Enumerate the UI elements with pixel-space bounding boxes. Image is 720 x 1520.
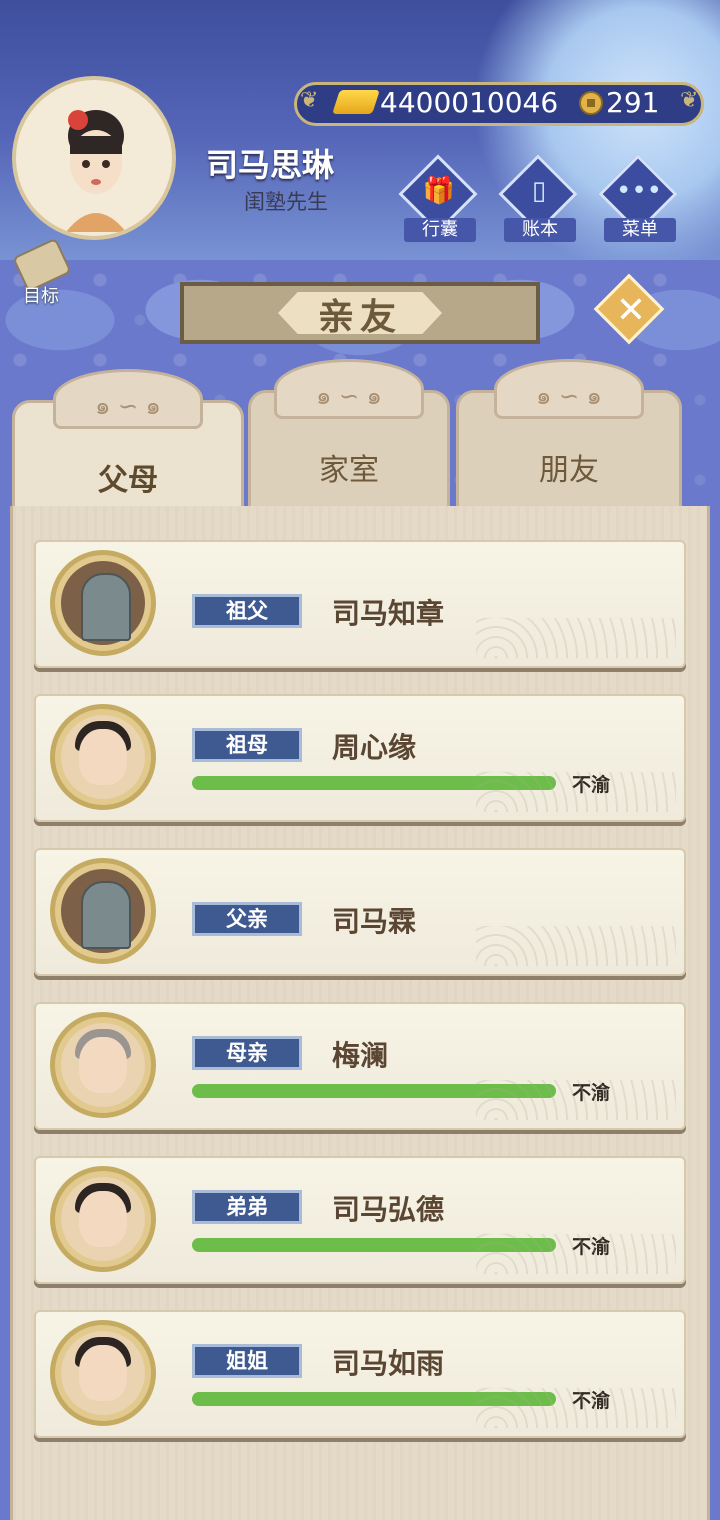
relative-row[interactable]: 母亲 梅澜 不渝 xyxy=(34,1002,686,1130)
tab-friends[interactable]: ๑ ∽ ๑ 朋友 xyxy=(456,359,682,510)
relative-name: 司马霖 xyxy=(332,905,417,938)
relative-row[interactable]: 祖母 周心缘 不渝 xyxy=(34,694,686,822)
tab-cap: ๑ ∽ ๑ xyxy=(274,359,424,419)
relative-row[interactable]: 祖父 司马知章 xyxy=(34,540,686,668)
wave-pattern xyxy=(476,1388,676,1428)
ledger-label: 账本 xyxy=(504,218,576,242)
player-name: 司马思琳 xyxy=(206,146,335,184)
relation-badge: 母亲 xyxy=(192,1036,302,1070)
portrait-background xyxy=(61,1331,145,1415)
relation-badge: 祖母 xyxy=(192,728,302,762)
tab-label: 朋友 xyxy=(539,453,599,488)
tombstone-icon xyxy=(81,881,131,949)
relation-badge: 父亲 xyxy=(192,902,302,936)
relative-row[interactable]: 弟弟 司马弘德 不渝 xyxy=(34,1156,686,1284)
bag-icon: 🎁 xyxy=(422,176,456,206)
bag-label: 行囊 xyxy=(404,218,476,242)
relative-name: 周心缘 xyxy=(332,731,417,764)
ledger-button[interactable]: ▯ 账本 xyxy=(498,154,580,246)
relative-portrait xyxy=(50,858,156,964)
coin-amount: 291 xyxy=(606,86,660,119)
bag-button[interactable]: 🎁 行囊 xyxy=(398,154,480,246)
cloud-swirl-icon: ๑ ∽ ๑ xyxy=(316,382,382,410)
face xyxy=(79,729,127,785)
face xyxy=(79,1037,127,1093)
wave-pattern xyxy=(476,926,676,966)
wave-pattern xyxy=(476,772,676,812)
relative-portrait xyxy=(50,1166,156,1272)
player-portrait xyxy=(66,110,126,232)
relative-portrait xyxy=(50,550,156,656)
relation-badge: 祖父 xyxy=(192,594,302,628)
title-plaque: 亲友 xyxy=(180,282,540,344)
close-icon[interactable]: ✕ xyxy=(604,284,658,338)
relation-badge: 弟弟 xyxy=(192,1190,302,1224)
relative-portrait xyxy=(50,1012,156,1118)
tombstone-icon xyxy=(81,573,131,641)
gold-ingot-icon xyxy=(332,90,380,114)
wave-pattern xyxy=(476,1080,676,1120)
goal-button[interactable]: 目标 xyxy=(10,237,72,307)
relative-row[interactable]: 姐姐 司马如雨 不渝 xyxy=(34,1310,686,1438)
portrait-background xyxy=(61,1177,145,1261)
more-dots-icon: ••• xyxy=(615,176,662,206)
bamboo-leaf-icon: ❦ xyxy=(300,88,319,113)
face xyxy=(79,1345,127,1401)
face xyxy=(79,1191,127,1247)
player-avatar[interactable] xyxy=(12,76,176,240)
tab-parents[interactable]: ๑ ∽ ๑ 父母 xyxy=(12,369,244,520)
tab-cap: ๑ ∽ ๑ xyxy=(53,369,203,429)
wave-pattern xyxy=(476,618,676,658)
relative-name: 司马知章 xyxy=(332,597,445,630)
tab-family[interactable]: ๑ ∽ ๑ 家室 xyxy=(248,359,450,510)
wave-pattern xyxy=(476,1234,676,1274)
relative-portrait xyxy=(50,1320,156,1426)
relative-name: 梅澜 xyxy=(332,1039,389,1072)
copper-coin-icon xyxy=(579,91,603,115)
portrait-background xyxy=(61,869,145,953)
relative-name: 司马弘德 xyxy=(332,1193,445,1226)
tab-label: 父母 xyxy=(98,463,158,498)
cloud-swirl-icon: ๑ ∽ ๑ xyxy=(95,392,161,420)
portrait-background xyxy=(61,1023,145,1107)
ledger-icon: ▯ xyxy=(531,176,547,206)
relation-badge: 姐姐 xyxy=(192,1344,302,1378)
relative-name: 司马如雨 xyxy=(332,1347,445,1380)
menu-label: 菜单 xyxy=(604,218,676,242)
cloud-decoration xyxy=(460,0,720,260)
player-title: 闺塾先生 xyxy=(244,190,328,214)
tab-label: 家室 xyxy=(319,453,379,488)
tab-cap: ๑ ∽ ๑ xyxy=(494,359,644,419)
menu-button[interactable]: ••• 菜单 xyxy=(598,154,680,246)
cloud-swirl-icon: ๑ ∽ ๑ xyxy=(536,382,602,410)
bamboo-leaf-icon: ❦ xyxy=(680,88,699,113)
gold-amount: 4400010046 xyxy=(380,86,559,119)
goal-label: 目标 xyxy=(23,286,59,307)
portrait-background xyxy=(61,561,145,645)
relative-portrait xyxy=(50,704,156,810)
relative-row[interactable]: 父亲 司马霖 xyxy=(34,848,686,976)
page-title: 亲友 xyxy=(317,297,402,338)
portrait-background xyxy=(61,715,145,799)
